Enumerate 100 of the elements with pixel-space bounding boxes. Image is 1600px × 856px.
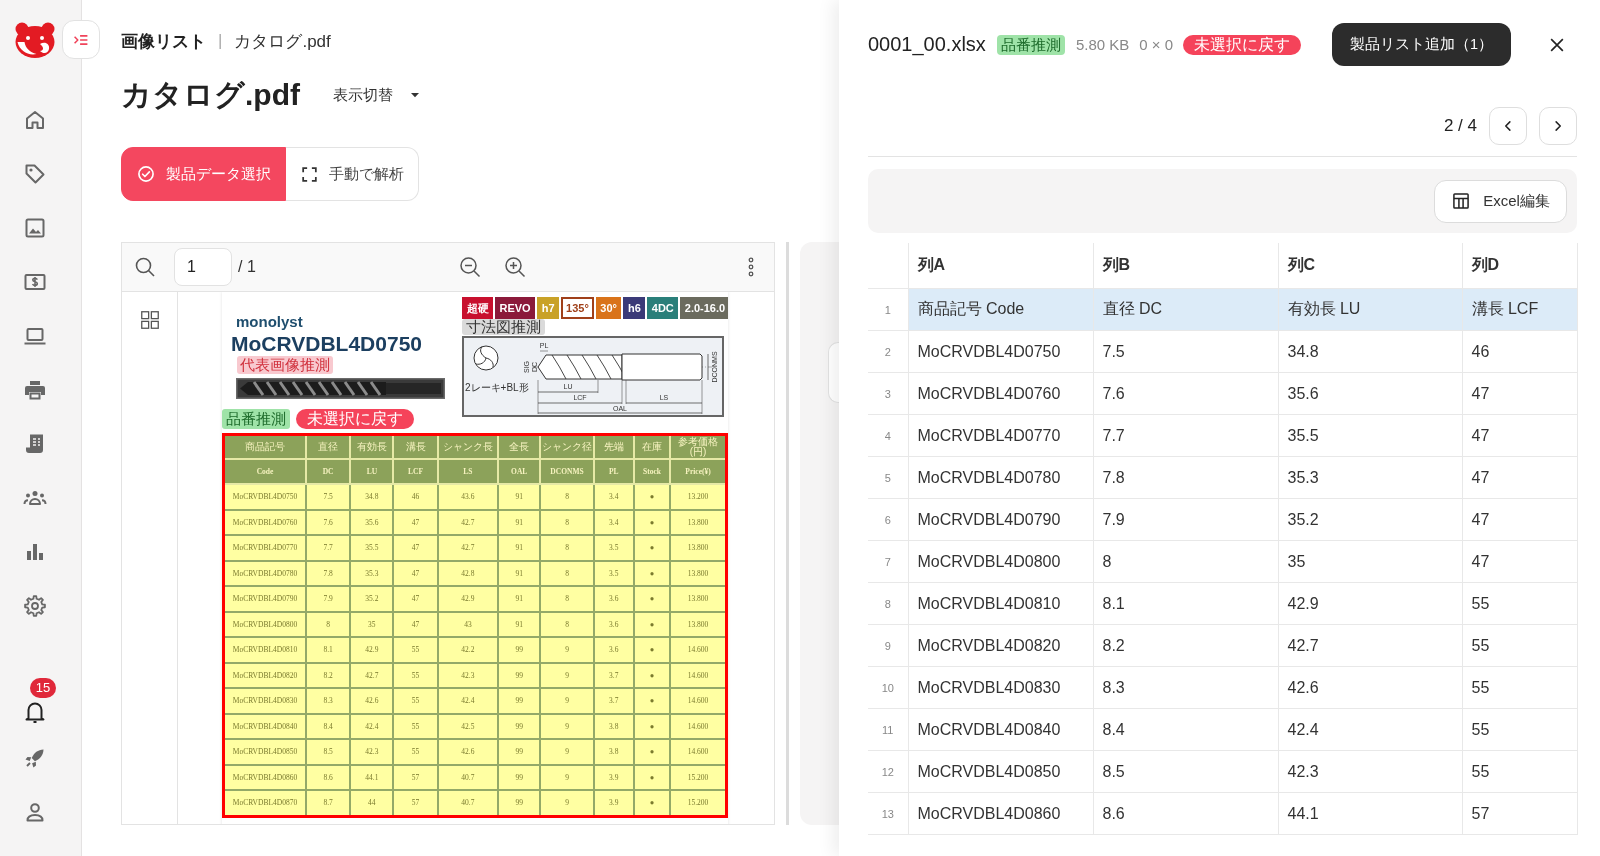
settings-icon[interactable] [23, 594, 47, 618]
mode-button[interactable]: 製品データ選択 [121, 147, 286, 201]
table-cell: 34.8 [1278, 330, 1462, 373]
notification-badge: 15 [30, 678, 56, 698]
search-icon[interactable] [133, 255, 157, 279]
table-cell: 35 [1278, 540, 1462, 583]
sidebar-toggle-button[interactable] [62, 20, 100, 59]
column-header: 商品記号 [223, 434, 306, 459]
table-cell: 35.6 [1278, 372, 1462, 415]
page-title: カタログ.pdf [121, 77, 300, 113]
mode-button[interactable]: 手動で解析 [286, 147, 419, 201]
tag-icon[interactable] [23, 162, 47, 186]
table-cell: 47 [1462, 540, 1577, 583]
input-field[interactable] [828, 342, 840, 403]
column-header: 列D [1462, 243, 1577, 289]
column-header: シャンク長 [437, 434, 499, 459]
app-logo[interactable] [14, 21, 56, 59]
row-number: 12 [868, 750, 908, 793]
table-cell: 有効長 LU [1278, 288, 1462, 331]
table-cell: 55 [1462, 624, 1577, 667]
table-cell: 8.4 [1093, 708, 1278, 751]
grid-icon[interactable] [139, 309, 161, 331]
spec-badge: h6 [623, 297, 646, 319]
reset-selection-button[interactable]: 未選択に戻す [1183, 34, 1302, 55]
check-circle-icon [136, 164, 156, 184]
add-to-product-list-button[interactable]: 製品リスト追加（1） [1332, 23, 1512, 66]
table-cell: 8 [1093, 540, 1278, 583]
spec-badge: 30° [595, 297, 622, 319]
table-cell: 35.2 [1278, 498, 1462, 541]
breadcrumb-separator: | [218, 31, 223, 51]
table-cell: 47 [1462, 414, 1577, 457]
column-header: 列C [1278, 243, 1462, 289]
table-cell: MoCRVDBL4D0820 [908, 624, 1093, 667]
breadcrumb-current: カタログ.pdf [234, 30, 331, 53]
dimension-label: 2レーキ+BL形 [465, 382, 529, 393]
table-cell: 55 [1462, 750, 1577, 793]
table-cell: MoCRVDBL4D0850 [908, 750, 1093, 793]
column-header: 有効長 [350, 434, 394, 459]
spec-badge: REVO [495, 297, 536, 319]
table-cell: MoCRVDBL4D0790 [908, 498, 1093, 541]
row-number: 3 [868, 372, 908, 415]
spec-badge: 4DC [647, 297, 679, 319]
row-number: 8 [868, 582, 908, 625]
zoom-out-icon[interactable] [457, 255, 482, 279]
zoom-in-icon[interactable] [502, 255, 527, 279]
column-header: シャンク径 [540, 434, 594, 459]
table-cell: 溝長 LCF [1462, 288, 1577, 331]
column-header: 溝長 [393, 434, 438, 459]
table-cell: 8.1 [1093, 582, 1278, 625]
excel-edit-button[interactable]: Excel編集 [1434, 179, 1567, 223]
row-number: 9 [868, 624, 908, 667]
spec-badge: 135° [561, 297, 594, 319]
table-cell: 47 [1462, 372, 1577, 415]
image-dimensions: 0 × 0 [1139, 36, 1174, 53]
file-name: 0001_00.xlsx [868, 33, 986, 56]
table-cell: MoCRVDBL4D0840 [908, 708, 1093, 751]
brand-name: monolyst [236, 312, 303, 332]
row-number: 7 [868, 540, 908, 583]
page-total: / 1 [238, 258, 256, 276]
table-cell: 42.7 [1278, 624, 1462, 667]
table-cell: 47 [1462, 456, 1577, 499]
view-switch-dropdown[interactable]: 表示切替 [333, 81, 423, 109]
row-number: 2 [868, 330, 908, 373]
table-cell: 55 [1462, 666, 1577, 709]
page-number-input[interactable]: 1 [174, 248, 232, 286]
table-cell: 55 [1462, 582, 1577, 625]
table-cell: 35.3 [1278, 456, 1462, 499]
table-cell: 57 [1462, 792, 1577, 835]
file-size: 5.80 KB [1075, 36, 1130, 53]
table-cell: MoCRVDBL4D0780 [908, 456, 1093, 499]
table-cell: 55 [1462, 708, 1577, 751]
table-cell: 7.9 [1093, 498, 1278, 541]
table-cell: MoCRVDBL4D0750 [908, 330, 1093, 373]
reset-selection-button[interactable]: 未選択に戻す [296, 409, 414, 429]
table-cell: MoCRVDBL4D0770 [908, 414, 1093, 457]
row-number: 13 [868, 792, 908, 835]
table-cell: MoCRVDBL4D0810 [908, 582, 1093, 625]
printer-icon[interactable] [23, 378, 47, 402]
table-cell: 8.5 [1093, 750, 1278, 793]
table-cell: 直径 DC [1093, 288, 1278, 331]
image-icon[interactable] [23, 216, 47, 240]
table-cell: MoCRVDBL4D0800 [908, 540, 1093, 583]
table-icon [1451, 191, 1472, 211]
table-cell: 7.7 [1093, 414, 1278, 457]
table-cell: 42.3 [1278, 750, 1462, 793]
drawing-label-tag: 寸法図推測 [462, 319, 545, 335]
home-icon[interactable] [23, 108, 47, 132]
table-cell: 42.9 [1278, 582, 1462, 625]
table-cell: 7.5 [1093, 330, 1278, 373]
spec-badge: h7 [537, 297, 560, 319]
column-header: 列A [908, 243, 1093, 289]
table-cell: 8.3 [1093, 666, 1278, 709]
table-cell: 42.4 [1278, 708, 1462, 751]
row-number: 1 [868, 288, 908, 331]
page-indicator: 2 / 4 [1443, 116, 1477, 136]
column-header: 在庫 [633, 434, 671, 459]
column-header: 直径 [306, 434, 351, 459]
table-cell: MoCRVDBL4D0760 [908, 372, 1093, 415]
table-cell: 42.6 [1278, 666, 1462, 709]
breadcrumb-link[interactable]: 画像リスト [121, 29, 206, 53]
